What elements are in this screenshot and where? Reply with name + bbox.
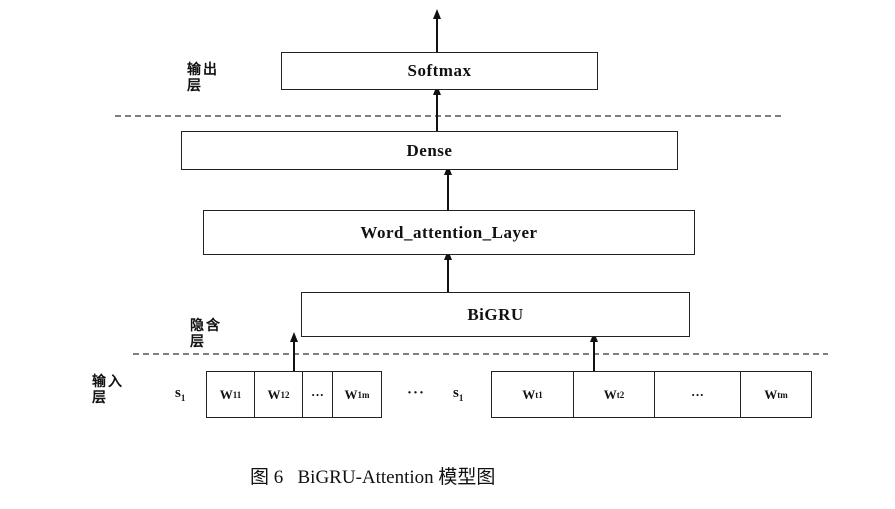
sentence2-word-2: Wt2	[573, 371, 655, 418]
bigru-box: BiGRU	[301, 292, 690, 337]
softmax-box: Softmax	[281, 52, 598, 90]
sentence2-word-last: Wtm	[740, 371, 812, 418]
sentence2-word-ellipsis: ···	[654, 371, 741, 418]
hidden-layer-label-line2: 层	[190, 335, 206, 350]
sentence1-name-sub: 1	[180, 393, 186, 403]
between-sentences-ellipsis: ···	[407, 385, 426, 401]
word-attention-box: Word_attention_Layer	[203, 210, 695, 255]
sentence2-word-1: Wt1	[491, 371, 574, 418]
sentence2-name-sub: 1	[458, 393, 464, 403]
dense-box: Dense	[181, 131, 678, 170]
input-layer-label-line2: 层	[92, 391, 108, 406]
sentence1-word-2: W 12	[254, 371, 303, 418]
sentence1-word-last: W 1m	[332, 371, 382, 418]
output-layer-label: 输出 层	[187, 63, 219, 95]
input-layer-label: 输入 层	[92, 375, 124, 407]
figure-caption: 图 6 BiGRU-Attention 模型图	[250, 467, 496, 488]
hidden-layer-label: 隐含 层	[190, 319, 222, 351]
sentence1-label: s1	[175, 385, 185, 403]
hidden-layer-label-line1: 隐含	[190, 319, 222, 334]
sentence2-label: s1	[453, 385, 463, 403]
output-layer-label-line2: 层	[187, 79, 203, 94]
output-layer-label-line1: 输出	[187, 63, 219, 78]
input-layer-label-line1: 输入	[92, 375, 124, 390]
sentence1-word-1: W 11	[206, 371, 255, 418]
sentence1-word-ellipsis: ···	[302, 371, 333, 418]
